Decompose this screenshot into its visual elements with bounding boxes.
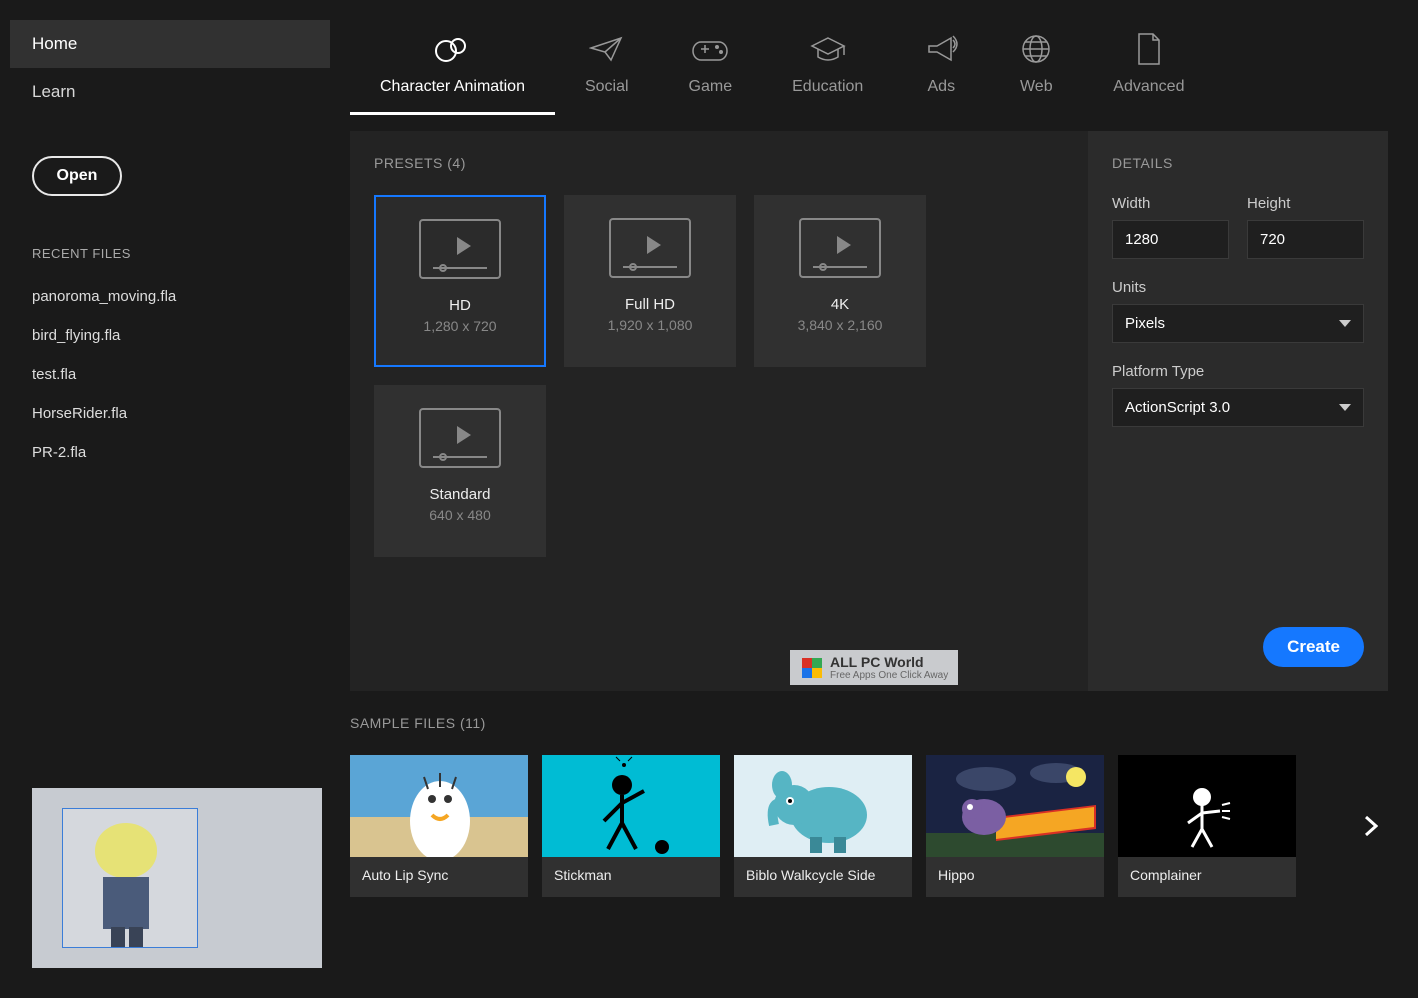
- chevron-right-icon: [1364, 815, 1378, 837]
- preset-name: Standard: [430, 486, 491, 503]
- platform-select[interactable]: ActionScript 3.0: [1112, 388, 1364, 427]
- create-button[interactable]: Create: [1263, 627, 1364, 667]
- graduation-cap-icon: [808, 30, 848, 68]
- tab-label: Web: [1020, 78, 1053, 96]
- sample-auto-lip-sync[interactable]: Auto Lip Sync: [350, 755, 528, 897]
- width-input[interactable]: [1112, 220, 1229, 259]
- chevron-down-icon: [1339, 404, 1351, 411]
- sample-thumbnail: [1118, 755, 1296, 857]
- watermark-badge: ALL PC World Free Apps One Click Away: [790, 650, 958, 685]
- units-select[interactable]: Pixels: [1112, 304, 1364, 343]
- globe-icon: [1019, 30, 1053, 68]
- platform-value: ActionScript 3.0: [1125, 399, 1230, 416]
- tab-label: Character Animation: [380, 78, 525, 96]
- sample-thumbnail: [542, 755, 720, 857]
- sample-files-header: SAMPLE FILES (11): [350, 715, 1388, 731]
- open-button[interactable]: Open: [32, 156, 122, 196]
- tab-label: Social: [585, 78, 629, 96]
- recent-file[interactable]: PR-2.fla: [10, 433, 330, 472]
- tab-label: Game: [689, 78, 733, 96]
- tab-advanced[interactable]: Advanced: [1083, 20, 1214, 115]
- preset-dimensions: 3,840 x 2,160: [798, 317, 883, 333]
- paper-plane-icon: [589, 30, 625, 68]
- watermark-logo-icon: [800, 656, 824, 680]
- sample-title: Complainer: [1118, 857, 1296, 897]
- sample-thumbnail: [734, 755, 912, 857]
- preset-name: Full HD: [625, 296, 675, 313]
- sample-complainer[interactable]: Complainer: [1118, 755, 1296, 897]
- presets-header: PRESETS (4): [374, 155, 1064, 171]
- sample-thumbnail: [926, 755, 1104, 857]
- recent-file[interactable]: bird_flying.fla: [10, 316, 330, 355]
- preset-hd[interactable]: HD 1,280 x 720: [374, 195, 546, 367]
- units-value: Pixels: [1125, 315, 1165, 332]
- sample-title: Biblo Walkcycle Side: [734, 857, 912, 897]
- tab-game[interactable]: Game: [659, 20, 763, 115]
- platform-label: Platform Type: [1112, 363, 1364, 380]
- sample-hippo[interactable]: Hippo: [926, 755, 1104, 897]
- recent-files-header: RECENT FILES: [32, 246, 330, 261]
- height-input[interactable]: [1247, 220, 1364, 259]
- sample-title: Stickman: [542, 857, 720, 897]
- recent-file[interactable]: panoroma_moving.fla: [10, 277, 330, 316]
- preset-full-hd[interactable]: Full HD 1,920 x 1,080: [564, 195, 736, 367]
- preset-name: HD: [449, 297, 471, 314]
- nav-home[interactable]: Home: [10, 20, 330, 68]
- samples-next-button[interactable]: [1354, 805, 1388, 847]
- units-label: Units: [1112, 279, 1364, 296]
- main-panel: Character Animation Social Game Educatio…: [330, 10, 1408, 988]
- sample-thumbnail: [350, 755, 528, 857]
- gamepad-icon: [691, 30, 729, 68]
- nav-learn[interactable]: Learn: [10, 68, 330, 116]
- video-preset-icon: [609, 218, 691, 278]
- sample-stickman[interactable]: Stickman: [542, 755, 720, 897]
- preset-name: 4K: [831, 296, 849, 313]
- tab-character-animation[interactable]: Character Animation: [350, 20, 555, 115]
- details-header: DETAILS: [1112, 155, 1364, 171]
- tab-education[interactable]: Education: [762, 20, 893, 115]
- chevron-down-icon: [1339, 320, 1351, 327]
- sample-title: Auto Lip Sync: [350, 857, 528, 897]
- sample-title: Hippo: [926, 857, 1104, 897]
- presets-section: PRESETS (4) HD 1,280 x 720 Full HD 1,920…: [350, 131, 1088, 691]
- video-preset-icon: [419, 219, 501, 279]
- megaphone-icon: [923, 30, 959, 68]
- tab-social[interactable]: Social: [555, 20, 659, 115]
- document-icon: [1134, 30, 1164, 68]
- height-label: Height: [1247, 195, 1364, 212]
- category-tabs: Character Animation Social Game Educatio…: [350, 20, 1388, 115]
- tab-web[interactable]: Web: [989, 20, 1083, 115]
- sidebar: Home Learn Open RECENT FILES panoroma_mo…: [10, 10, 330, 988]
- sample-biblo-walkcycle[interactable]: Biblo Walkcycle Side: [734, 755, 912, 897]
- video-preset-icon: [419, 408, 501, 468]
- preset-dimensions: 1,920 x 1,080: [608, 317, 693, 333]
- video-preset-icon: [799, 218, 881, 278]
- width-label: Width: [1112, 195, 1229, 212]
- preset-dimensions: 640 x 480: [429, 507, 491, 523]
- character-animation-icon: [432, 30, 472, 68]
- recent-file[interactable]: HorseRider.fla: [10, 394, 330, 433]
- recent-file[interactable]: test.fla: [10, 355, 330, 394]
- tab-label: Ads: [928, 78, 956, 96]
- preset-4k[interactable]: 4K 3,840 x 2,160: [754, 195, 926, 367]
- preset-standard[interactable]: Standard 640 x 480: [374, 385, 546, 557]
- tab-label: Advanced: [1113, 78, 1184, 96]
- tab-ads[interactable]: Ads: [893, 20, 989, 115]
- tab-label: Education: [792, 78, 863, 96]
- details-panel: DETAILS Width Height Units Pixels: [1088, 131, 1388, 691]
- recent-preview-thumbnail: [32, 788, 322, 968]
- preset-dimensions: 1,280 x 720: [423, 318, 496, 334]
- sample-files-section: SAMPLE FILES (11) Auto Lip Sync: [350, 715, 1388, 897]
